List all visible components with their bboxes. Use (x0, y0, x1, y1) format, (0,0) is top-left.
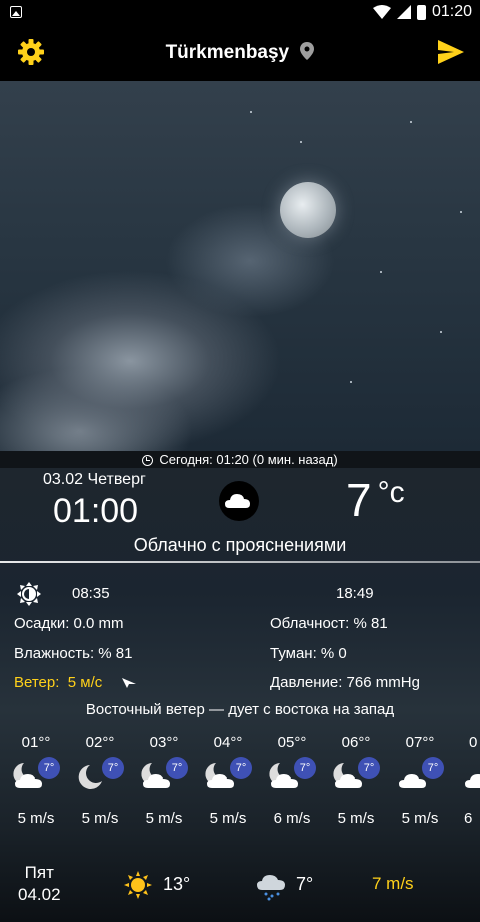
condition-text: Облачно с прояснениями (133, 535, 347, 555)
sunrise-icon (17, 582, 41, 606)
star (250, 111, 252, 113)
current-temperature: 7 °c (346, 473, 405, 527)
city-title[interactable]: Türkmenbaşy (0, 42, 480, 64)
current-date: 03.02 Четверг (43, 471, 146, 488)
wind-value: 5 м/с (67, 674, 103, 691)
star (410, 121, 412, 123)
humidity: Влажность: % 81 (14, 645, 133, 662)
top-bar: Türkmenbaşy (0, 25, 480, 81)
wind-label: Ветер: (14, 674, 60, 691)
wind-direction-arrow-icon (122, 678, 137, 688)
pressure: Давление: 766 mmHg (270, 674, 420, 691)
hour-wind: 5 m/s (17, 810, 55, 827)
day-high-temp: 13° (163, 874, 191, 894)
hour-label: 06°° (341, 734, 371, 751)
moon-image (280, 182, 336, 238)
hour-label: 01°° (21, 734, 51, 751)
star (460, 211, 462, 213)
hour-label: 02°° (85, 734, 115, 751)
hourly-item: 04°° 7° 5 m/s (198, 734, 258, 827)
hour-wind: 5 m/s (209, 810, 247, 827)
hour-wind: 5 m/s (81, 810, 119, 827)
hourly-item: 01°° 7° 5 m/s (6, 734, 66, 827)
wind: Ветер: 5 м/с (14, 674, 137, 691)
temp-badge: 7° (38, 757, 60, 779)
star (350, 381, 352, 383)
send-icon[interactable] (438, 40, 464, 64)
battery-icon (416, 4, 426, 20)
last-updated-text: Сегодня: 01:20 (0 мин. назад) (159, 452, 338, 467)
weather-background-image (0, 81, 480, 451)
rain-cloud-icon (257, 875, 285, 901)
day-date: 04.02 (18, 885, 61, 904)
sun-icon (124, 871, 152, 899)
cloudiness: Облачност: % 81 (270, 615, 388, 632)
fog: Туман: % 0 (270, 645, 347, 662)
daily-forecast-row[interactable]: Пят 04.02 13° 7° 7 m/s (0, 856, 480, 916)
hourly-item: 03°° 7° 5 m/s (134, 734, 194, 827)
wind-description: Восточный ветер — дует с востока на запа… (85, 701, 395, 718)
temp-badge: 7° (166, 757, 188, 779)
cloudy-night-icon (219, 481, 259, 521)
day-wind: 7 m/s (372, 874, 414, 893)
star (380, 271, 382, 273)
signal-icon (396, 5, 411, 19)
hour-wind: 5 m/s (401, 810, 439, 827)
hourly-item: 07°° 7° 5 m/s (390, 734, 450, 827)
hourly-forecast[interactable]: 01°° 7° 5 m/s 02°° 7° 5 m/s 03°° 7° 5 m/… (0, 734, 480, 827)
precipitation: Осадки: 0.0 mm (14, 615, 124, 632)
temp-badge: 7° (422, 757, 444, 779)
sunrise-time: 08:35 (72, 585, 110, 602)
last-updated: Сегодня: 01:20 (0 мин. назад) (0, 451, 480, 468)
temp-badge: 7° (294, 757, 316, 779)
weather-info-panel: Сегодня: 01:20 (0 мин. назад) 03.02 Четв… (0, 451, 480, 922)
temp-badge: 7° (230, 757, 252, 779)
hour-wind: 5 m/s (337, 810, 375, 827)
status-icons: 01:20 (372, 3, 472, 21)
current-time: 01:00 (53, 492, 139, 530)
hour-label: 0 (469, 734, 478, 751)
hourly-item: 0 6 (454, 734, 480, 827)
day-name: Пят (24, 863, 54, 882)
star (440, 331, 442, 333)
temp-badge: 7° (358, 757, 380, 779)
day-low-temp: 7° (296, 874, 314, 894)
temp-unit: °c (377, 476, 405, 509)
hour-wind: 6 m/s (273, 810, 311, 827)
hourly-item: 02°° 7° 5 m/s (70, 734, 130, 827)
hourly-item: 05°° 7° 6 m/s (262, 734, 322, 827)
hour-label: 03°° (149, 734, 179, 751)
hour-wind: 6 (464, 810, 473, 827)
hourly-item: 06°° 7° 5 m/s (326, 734, 386, 827)
hour-label: 05°° (277, 734, 307, 751)
location-pin-icon (300, 42, 315, 60)
status-bar: 01:20 (0, 0, 480, 25)
temp-badge: 7° (102, 757, 124, 779)
day-label: Пят 04.02 (18, 862, 61, 906)
hour-wind: 5 m/s (145, 810, 183, 827)
temp-value: 7 (346, 474, 372, 526)
status-time: 01:20 (431, 3, 472, 20)
star (300, 141, 302, 143)
city-name: Türkmenbaşy (165, 42, 290, 63)
clock-icon (142, 455, 154, 466)
divider (0, 561, 480, 563)
wifi-icon (372, 5, 391, 19)
sunset-time: 18:49 (336, 585, 374, 602)
cloud-icon (465, 774, 480, 788)
hour-label: 07°° (405, 734, 435, 751)
moon-icon (289, 582, 300, 604)
hour-label: 04°° (213, 734, 243, 751)
image-notification-icon (10, 6, 22, 18)
